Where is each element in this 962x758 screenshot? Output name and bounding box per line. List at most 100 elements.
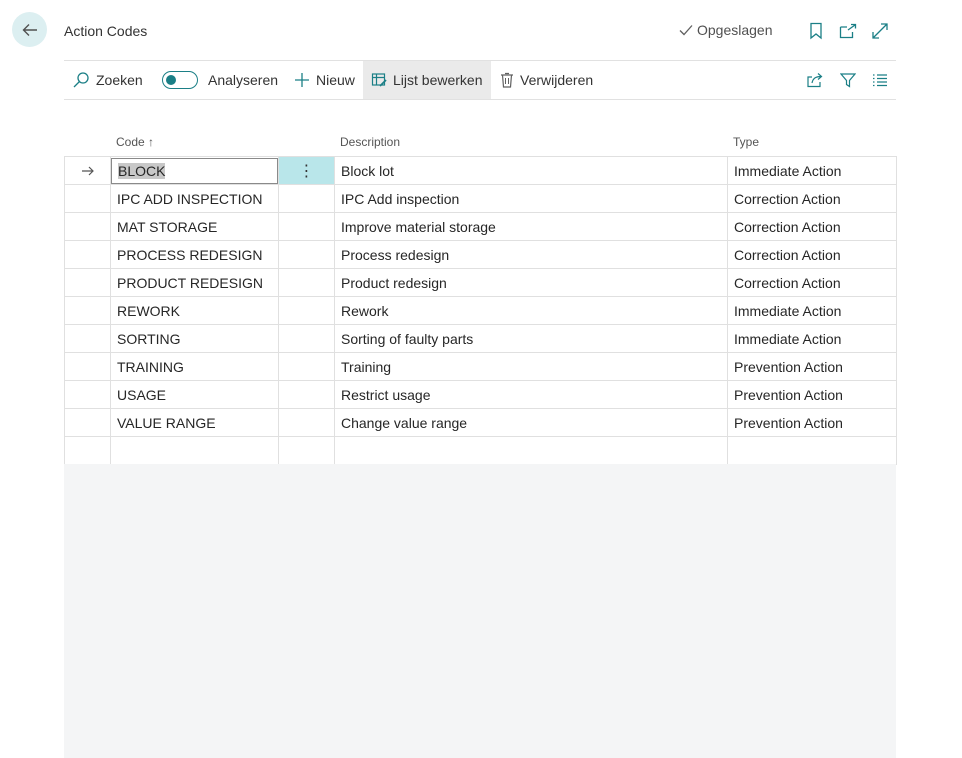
- row-indicator[interactable]: [64, 268, 111, 297]
- analyze-toggle[interactable]: Analyseren: [162, 61, 278, 99]
- share-icon: [807, 73, 823, 88]
- row-actions-cell[interactable]: ⋮: [278, 156, 335, 185]
- description-cell[interactable]: IPC Add inspection: [334, 184, 728, 213]
- row-indicator[interactable]: [64, 156, 111, 185]
- page-title: Action Codes: [64, 23, 148, 39]
- row-actions-cell[interactable]: [278, 408, 335, 437]
- description-cell[interactable]: Block lot: [334, 156, 728, 185]
- description-cell[interactable]: Process redesign: [334, 240, 728, 269]
- bookmark-button[interactable]: [806, 21, 826, 41]
- column-header-type[interactable]: Type: [733, 135, 759, 149]
- code-cell[interactable]: MAT STORAGE: [110, 212, 279, 241]
- delete-button[interactable]: Verwijderen: [500, 61, 593, 99]
- toggle-switch[interactable]: [162, 71, 198, 89]
- description-cell[interactable]: Training: [334, 352, 728, 381]
- search-label: Zoeken: [96, 72, 143, 88]
- saved-status: Opgeslagen: [678, 22, 773, 38]
- table-row[interactable]: BLOCK ⋮ Block lot Immediate Action: [64, 156, 897, 185]
- analyze-label: Analyseren: [208, 72, 279, 88]
- filter-button[interactable]: [840, 61, 856, 99]
- open-new-window-button[interactable]: [838, 21, 858, 41]
- row-actions-cell[interactable]: [278, 268, 335, 297]
- code-cell[interactable]: SORTING: [110, 324, 279, 353]
- description-cell[interactable]: Restrict usage: [334, 380, 728, 409]
- code-cell[interactable]: [110, 436, 279, 465]
- type-cell[interactable]: Prevention Action: [727, 408, 897, 437]
- more-options-icon[interactable]: ⋮: [299, 163, 315, 180]
- search-button[interactable]: Zoeken: [72, 61, 143, 99]
- row-indicator[interactable]: [64, 324, 111, 353]
- row-actions-cell[interactable]: [278, 240, 335, 269]
- open-in-new-window-icon: [839, 23, 857, 39]
- type-cell[interactable]: Correction Action: [727, 240, 897, 269]
- action-bar: Zoeken Analyseren Nieuw Lijst bewerken V…: [64, 60, 896, 100]
- table-row[interactable]: PRODUCT REDESIGN Product redesign Correcti…: [64, 268, 897, 297]
- type-cell[interactable]: Prevention Action: [727, 352, 897, 381]
- type-cell[interactable]: [727, 436, 897, 465]
- column-header-description[interactable]: Description: [340, 135, 400, 149]
- row-actions-cell[interactable]: [278, 352, 335, 381]
- table-row[interactable]: PROCESS REDESIGN Process redesign Correcti…: [64, 240, 897, 269]
- new-button[interactable]: Nieuw: [294, 61, 355, 99]
- type-cell[interactable]: Immediate Action: [727, 156, 897, 185]
- description-cell[interactable]: Rework: [334, 296, 728, 325]
- table-row[interactable]: IPC ADD INSPECTION IPC Add inspection Corr…: [64, 184, 897, 213]
- edit-list-button[interactable]: Lijst bewerken: [363, 61, 491, 99]
- list-view-button[interactable]: [872, 61, 888, 99]
- row-actions-cell[interactable]: [278, 212, 335, 241]
- row-indicator[interactable]: [64, 408, 111, 437]
- description-cell[interactable]: Improve material storage: [334, 212, 728, 241]
- code-cell[interactable]: PRODUCT REDESIGN: [110, 268, 279, 297]
- code-cell[interactable]: TRAINING: [110, 352, 279, 381]
- row-indicator[interactable]: [64, 352, 111, 381]
- expand-button[interactable]: [870, 21, 890, 41]
- back-button[interactable]: [12, 12, 47, 47]
- description-cell[interactable]: Sorting of faulty parts: [334, 324, 728, 353]
- arrow-right-icon: [81, 166, 94, 175]
- row-indicator[interactable]: [64, 296, 111, 325]
- plus-icon: [295, 73, 309, 87]
- row-indicator[interactable]: [64, 436, 111, 465]
- table-row[interactable]: TRAINING Training Prevention Action: [64, 352, 897, 381]
- type-cell[interactable]: Immediate Action: [727, 324, 897, 353]
- code-cell[interactable]: USAGE: [110, 380, 279, 409]
- new-label: Nieuw: [316, 72, 355, 88]
- row-indicator[interactable]: [64, 212, 111, 241]
- type-cell[interactable]: Correction Action: [727, 268, 897, 297]
- type-cell[interactable]: Prevention Action: [727, 380, 897, 409]
- table-row[interactable]: VALUE RANGE Change value range Prevention …: [64, 408, 897, 437]
- table-row[interactable]: SORTING Sorting of faulty parts Immediate …: [64, 324, 897, 353]
- code-cell[interactable]: REWORK: [110, 296, 279, 325]
- saved-label: Opgeslagen: [697, 22, 773, 38]
- table-row[interactable]: MAT STORAGE Improve material storage Corre…: [64, 212, 897, 241]
- code-cell[interactable]: PROCESS REDESIGN: [110, 240, 279, 269]
- list-icon: [873, 74, 887, 87]
- row-indicator[interactable]: [64, 380, 111, 409]
- share-button[interactable]: [806, 61, 824, 99]
- code-cell[interactable]: BLOCK: [110, 156, 279, 185]
- row-indicator[interactable]: [64, 184, 111, 213]
- column-header-code[interactable]: Code ↑: [116, 135, 154, 149]
- row-actions-cell[interactable]: [278, 296, 335, 325]
- type-cell[interactable]: Correction Action: [727, 184, 897, 213]
- code-cell[interactable]: IPC ADD INSPECTION: [110, 184, 279, 213]
- row-indicator[interactable]: [64, 240, 111, 269]
- description-cell[interactable]: [334, 436, 728, 465]
- type-cell[interactable]: Immediate Action: [727, 296, 897, 325]
- description-cell[interactable]: Change value range: [334, 408, 728, 437]
- code-value: BLOCK: [118, 162, 166, 179]
- type-cell[interactable]: Correction Action: [727, 212, 897, 241]
- empty-grid-area: [64, 464, 896, 758]
- trash-icon: [501, 72, 513, 88]
- row-actions-cell[interactable]: [278, 324, 335, 353]
- edit-list-icon: [371, 73, 387, 87]
- description-cell[interactable]: Product redesign: [334, 268, 728, 297]
- new-row[interactable]: [64, 436, 897, 465]
- table-row[interactable]: USAGE Restrict usage Prevention Action: [64, 380, 897, 409]
- row-actions-cell[interactable]: [278, 184, 335, 213]
- row-actions-cell[interactable]: [278, 380, 335, 409]
- code-cell[interactable]: VALUE RANGE: [110, 408, 279, 437]
- row-actions-cell[interactable]: [278, 436, 335, 465]
- table-row[interactable]: REWORK Rework Immediate Action: [64, 296, 897, 325]
- search-icon: [73, 72, 89, 88]
